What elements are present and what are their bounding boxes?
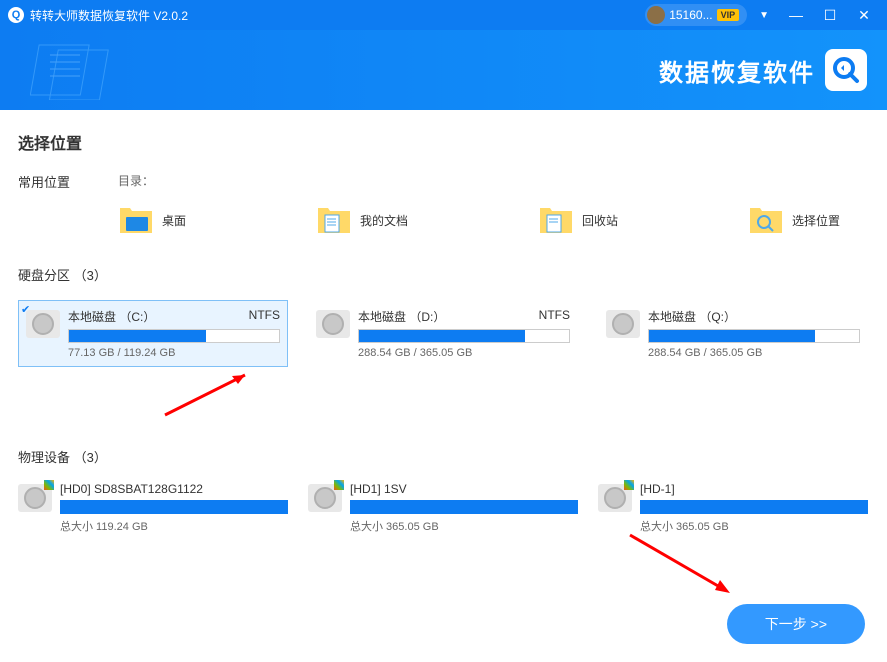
partition-fs: NTFS — [249, 308, 280, 325]
partition-name: 本地磁盘 （C:） — [68, 308, 155, 325]
partitions-section-title: 硬盘分区 （3） — [18, 265, 869, 284]
avatar-icon — [647, 6, 665, 24]
folder-desktop-icon — [118, 205, 154, 235]
device-size: 总大小 119.24 GB — [60, 518, 288, 534]
folder-docs-icon — [316, 205, 352, 235]
folder-browse-icon — [748, 205, 784, 235]
user-id: 15160... — [669, 8, 712, 22]
partition-item[interactable]: ✔ 本地磁盘 （Q:） 288.54 GB / 365.05 GB — [598, 300, 868, 367]
partition-size: 288.54 GB / 365.05 GB — [358, 347, 570, 359]
banner-title: 数据恢复软件 — [659, 53, 815, 88]
device-bar — [640, 500, 868, 514]
page-title: 选择位置 — [18, 130, 869, 154]
minimize-button[interactable]: — — [781, 5, 811, 25]
devices-section-title: 物理设备 （3） — [18, 447, 869, 466]
app-logo-icon: Q — [8, 7, 24, 23]
partition-item[interactable]: ✔ 本地磁盘 （C:）NTFS 77.13 GB / 119.24 GB — [18, 300, 288, 367]
partition-name: 本地磁盘 （D:） — [358, 308, 445, 325]
common-location-label: 选择位置 — [792, 212, 840, 229]
vip-badge: VIP — [717, 9, 740, 21]
disk-icon — [316, 310, 350, 338]
common-location-item[interactable]: 选择位置 — [748, 205, 840, 235]
device-bar — [60, 500, 288, 514]
common-location-label: 桌面 — [162, 212, 186, 229]
usage-bar — [358, 329, 570, 343]
device-icon — [598, 484, 632, 512]
maximize-button[interactable]: ☐ — [815, 5, 845, 25]
common-location-item[interactable]: 桌面 — [118, 205, 186, 235]
banner: 数据恢复软件 — [0, 30, 887, 110]
device-item[interactable]: [HD-1] 总大小 365.05 GB — [598, 482, 868, 534]
user-account-pill[interactable]: 15160... VIP — [645, 4, 747, 26]
partition-size: 288.54 GB / 365.05 GB — [648, 347, 860, 359]
dropdown-icon[interactable]: ▼ — [759, 10, 769, 21]
device-size: 总大小 365.05 GB — [350, 518, 578, 534]
common-location-item[interactable]: 我的文档 — [316, 205, 408, 235]
device-name: [HD1] 1SV — [350, 482, 578, 496]
common-location-label: 常用位置 — [18, 172, 118, 191]
folder-recycle-icon — [538, 205, 574, 235]
common-location-label: 回收站 — [582, 212, 618, 229]
device-name: [HD-1] — [640, 482, 868, 496]
app-title: 转转大师数据恢复软件 V2.0.2 — [30, 7, 188, 24]
usage-bar — [648, 329, 860, 343]
close-button[interactable]: ✕ — [849, 5, 879, 25]
device-name: [HD0] SD8SBAT128G1122 — [60, 482, 288, 496]
partition-fs: NTFS — [539, 308, 570, 325]
partition-name: 本地磁盘 （Q:） — [648, 308, 736, 325]
device-bar — [350, 500, 578, 514]
partition-size: 77.13 GB / 119.24 GB — [68, 347, 280, 359]
banner-app-icon — [825, 49, 867, 91]
partition-item[interactable]: ✔ 本地磁盘 （D:）NTFS 288.54 GB / 365.05 GB — [308, 300, 578, 367]
device-icon — [308, 484, 342, 512]
next-button[interactable]: 下一步 >> — [727, 604, 865, 644]
disk-icon — [26, 310, 60, 338]
device-icon — [18, 484, 52, 512]
common-location-item[interactable]: 回收站 — [538, 205, 618, 235]
banner-decoration-icon — [30, 40, 230, 100]
disk-icon — [606, 310, 640, 338]
device-item[interactable]: [HD1] 1SV 总大小 365.05 GB — [308, 482, 578, 534]
directory-label: 目录： — [118, 172, 869, 189]
device-size: 总大小 365.05 GB — [640, 518, 868, 534]
usage-bar — [68, 329, 280, 343]
common-location-label: 我的文档 — [360, 212, 408, 229]
titlebar: Q 转转大师数据恢复软件 V2.0.2 15160... VIP ▼ — ☐ ✕ — [0, 0, 887, 30]
device-item[interactable]: [HD0] SD8SBAT128G1122 总大小 119.24 GB — [18, 482, 288, 534]
